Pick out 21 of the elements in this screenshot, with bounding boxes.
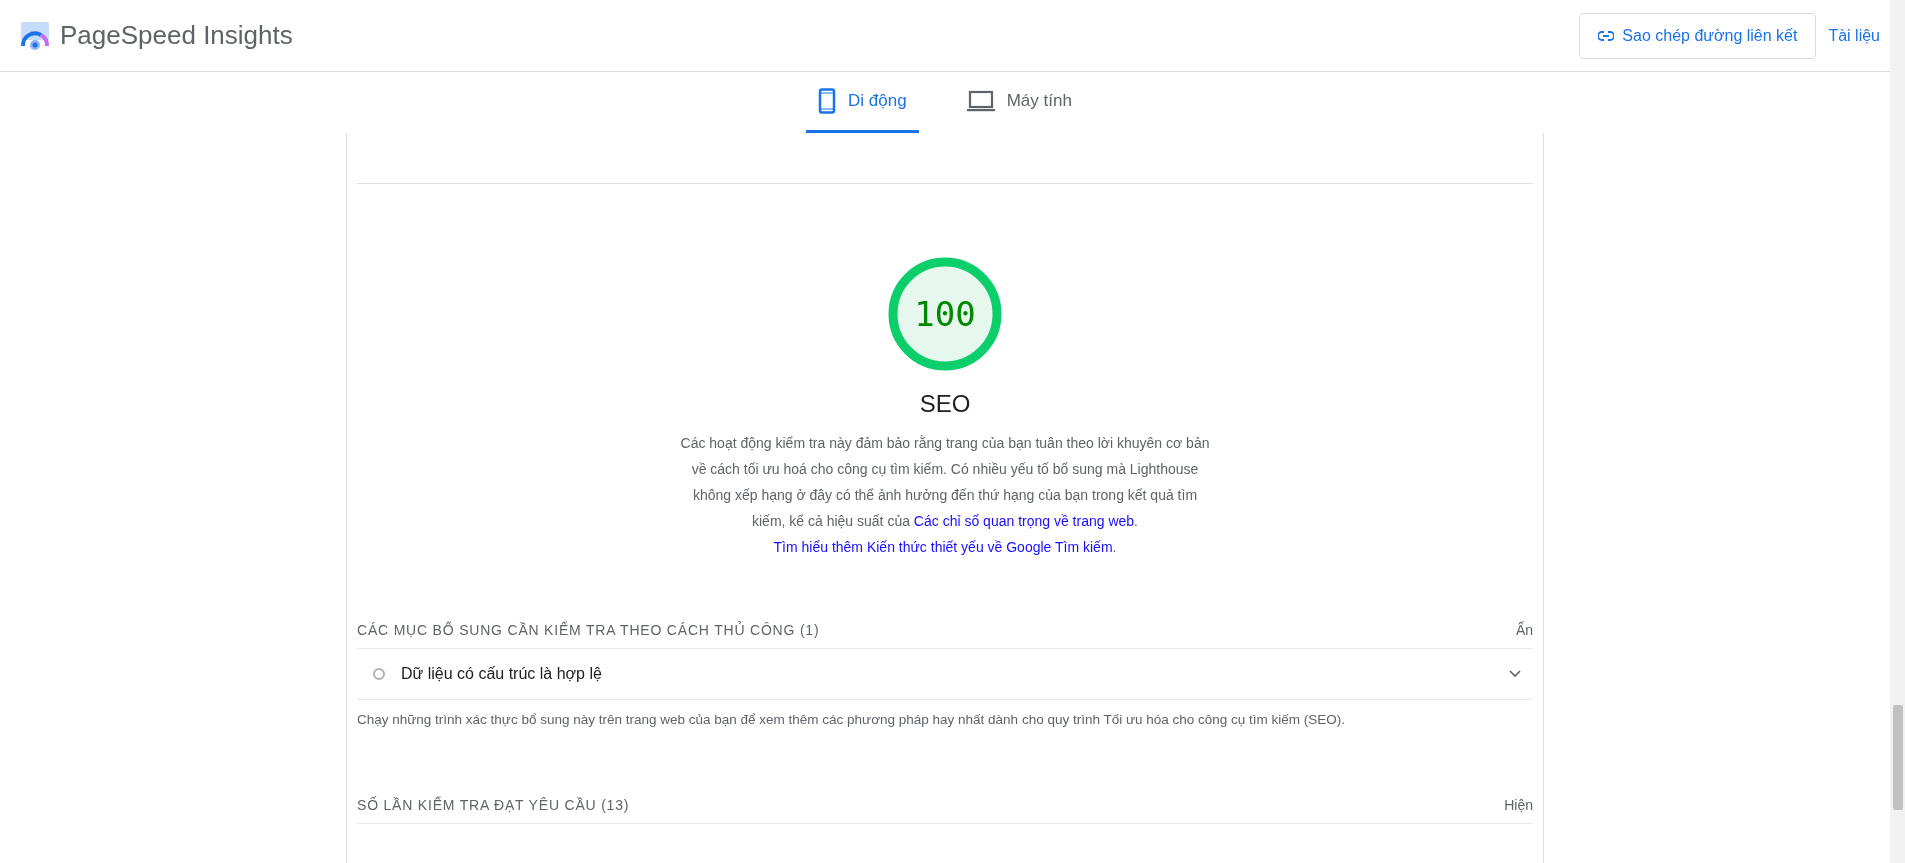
status-dot-icon: [373, 668, 385, 680]
phone-icon: [818, 88, 837, 114]
toggle-link[interactable]: Ẩn: [1515, 622, 1533, 638]
docs-link[interactable]: Tài liệu: [1828, 26, 1880, 45]
section-note: Chạy những trình xác thực bổ sung này trên trang web của bạn để xem thêm các phương pháp hay nhất dành cho quy trình Tối ưu hóa cho công cụ tìm kiếm (SEO).: [357, 712, 1347, 727]
link-icon: [1598, 30, 1615, 41]
device-tab[interactable]: Máy tính: [954, 72, 1084, 133]
app-title: PageSpeed Insights: [60, 20, 293, 51]
laptop-icon: [966, 90, 995, 112]
category-description: Các hoạt động kiểm tra này đảm bảo rằng trang của bạn tuân theo lời khuyên cơ bản về cách tối ưu hoá cho công cụ tìm kiếm. Có nhiều yếu tố bổ sung mà Lighthouse không xếp hạng ở đây có thể ảnh hưởng đến thứ hạng của bạn trong kết quả tìm kiếm, kể cả hiệu suất của Các chỉ số quan trọng về trang web. Tìm hiểu thêm Kiến thức thiết yếu về Google Tìm kiếm.: [680, 434, 1210, 557]
speedometer-logo-icon: [20, 20, 50, 51]
description-link[interactable]: Tìm hiểu thêm Kiến thức thiết yếu về Google Tìm kiếm: [773, 539, 1113, 555]
chevron-down-icon: [1509, 670, 1521, 678]
toggle-link[interactable]: Hiện: [1504, 797, 1533, 813]
section-heading: CÁC MỤC BỔ SUNG CẦN KIỂM TRA THEO CÁCH THỦ CÔNG (1): [357, 622, 820, 638]
copy-link-button[interactable]: Sao chép đường liên kết: [1579, 12, 1817, 59]
audit-row[interactable]: Dữ liệu có cấu trúc là hợp lệ: [357, 649, 1533, 700]
category-title: SEO: [919, 390, 971, 418]
section-heading: SỐ LẦN KIỂM TRA ĐẠT YÊU CẦU (13): [357, 797, 630, 813]
device-tab[interactable]: Di động: [806, 72, 919, 133]
scrollbar[interactable]: [1890, 0, 1905, 863]
